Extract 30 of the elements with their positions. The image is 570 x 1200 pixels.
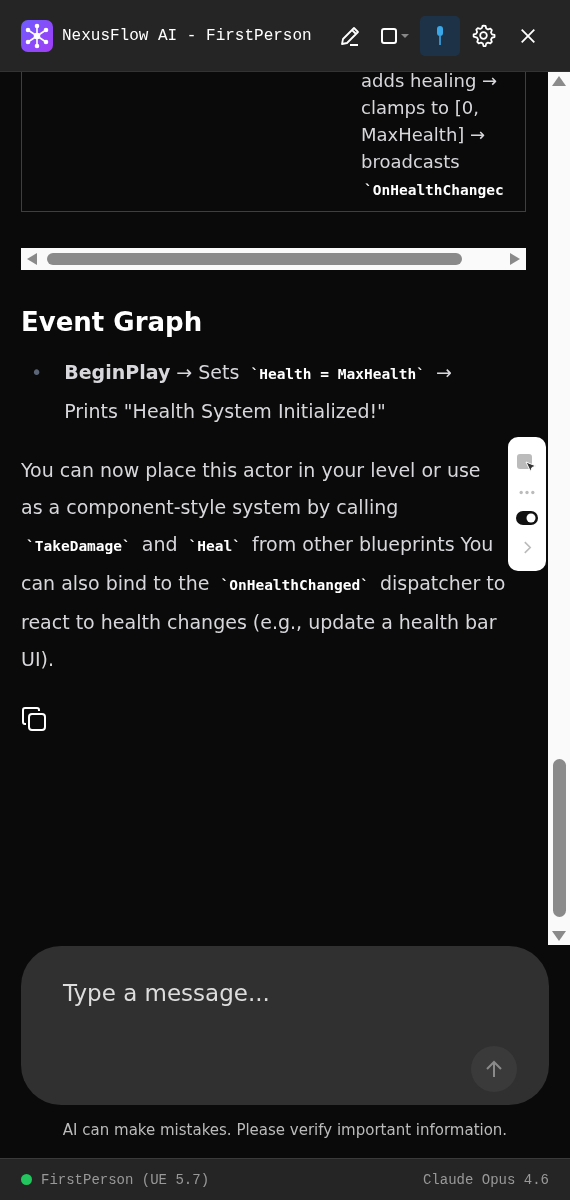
chevron-right-icon[interactable]	[522, 540, 532, 556]
settings-icon	[471, 23, 497, 48]
app-logo-icon	[21, 19, 53, 52]
more-icon[interactable]	[518, 490, 536, 496]
table-cell-text: adds healing → clamps to [0, MaxHealth] → broadcasts `OnHealthChangec	[361, 72, 505, 200]
paragraph: You can now place this actor in your level or use as a component-style system by calling `TakeDamage` and `Heal` from other blueprints You can also bind to the `OnHealthChanged` dispatcher to react to health changes (e.g., update a health bar UI).	[21, 458, 507, 672]
horizontal-scrollbar[interactable]	[21, 248, 526, 270]
copy-button[interactable]	[21, 706, 47, 732]
vertical-scrollbar[interactable]	[548, 72, 570, 945]
arrow-up-icon	[484, 1059, 504, 1079]
select-element-icon[interactable]	[516, 452, 538, 475]
bullet-marker: •	[31, 360, 43, 385]
close-icon	[518, 26, 537, 45]
pin-button[interactable]	[419, 15, 460, 56]
bullet-item: BeginPlay → Sets `Health = MaxHealth` → Prints "Health System Initialized!"	[64, 360, 453, 424]
scroll-right-icon[interactable]	[510, 253, 520, 265]
scroll-thumb[interactable]	[552, 759, 566, 917]
window-title: NexusFlow AI - FirstPerson	[62, 26, 312, 45]
scroll-thumb[interactable]	[47, 253, 462, 265]
model-label: Claude Opus 4.6	[422, 1171, 549, 1188]
square-dropdown-icon	[379, 25, 410, 46]
section-heading: Event Graph	[21, 306, 204, 338]
project-label: FirstPerson (UE 5.7)	[41, 1171, 210, 1188]
disclaimer-text: AI can make mistakes. Please verify important information.	[61, 1121, 509, 1139]
copy-icon	[21, 706, 47, 732]
scroll-down-icon[interactable]	[552, 931, 566, 941]
message-field[interactable]: Type a message...	[21, 946, 549, 1105]
scroll-left-icon[interactable]	[27, 253, 37, 265]
toggle-switch[interactable]	[516, 510, 538, 525]
scroll-up-icon[interactable]	[552, 76, 566, 86]
